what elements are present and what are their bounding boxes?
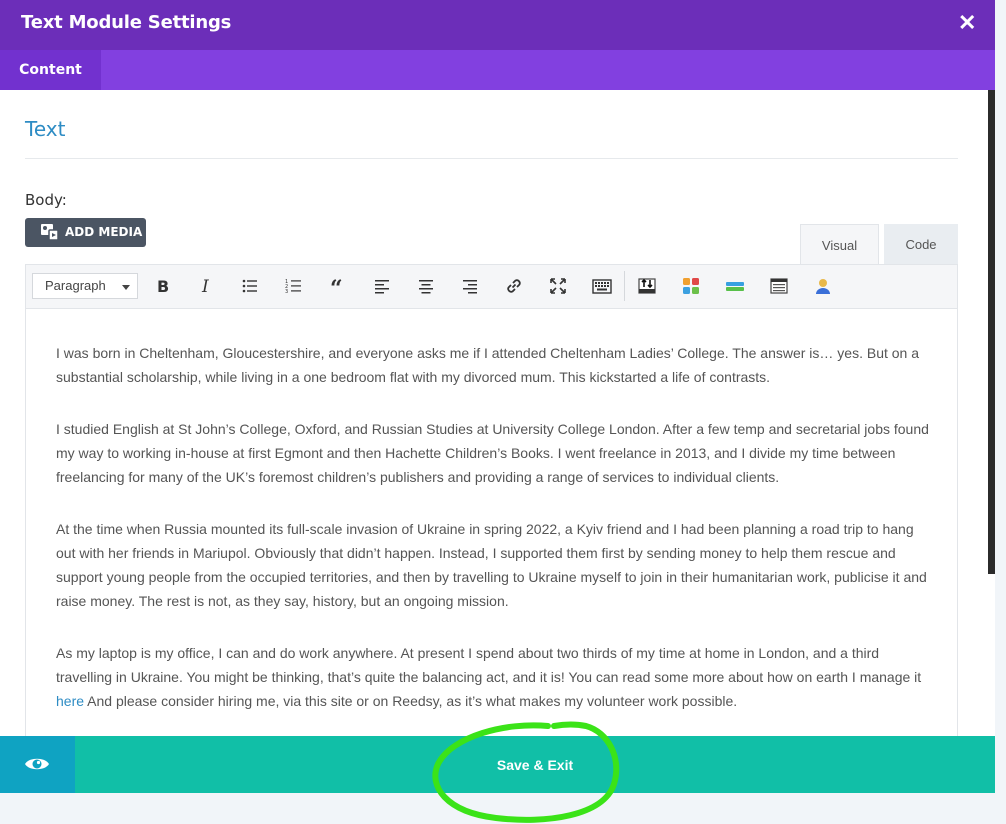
bold-icon[interactable]: B xyxy=(150,274,174,298)
modal-footer: Save & Exit xyxy=(0,736,995,793)
editor-content[interactable]: I was born in Cheltenham, Gloucestershir… xyxy=(56,341,936,741)
italic-icon[interactable]: I xyxy=(194,274,218,298)
fullscreen-icon[interactable] xyxy=(546,274,570,298)
settings-tabbar: Content xyxy=(0,50,995,90)
blockquote-icon[interactable]: “ xyxy=(326,274,350,298)
text-editor: Paragraph B I 123 “ I was born in Chelte… xyxy=(25,264,958,744)
align-center-icon[interactable] xyxy=(414,274,438,298)
link-icon[interactable] xyxy=(502,274,526,298)
eye-icon xyxy=(25,758,49,770)
modal-scrollbar[interactable] xyxy=(988,90,995,574)
chevron-down-icon xyxy=(122,285,130,290)
add-media-icon xyxy=(41,224,59,241)
svg-text:3: 3 xyxy=(285,289,288,295)
color-grid-icon[interactable] xyxy=(679,274,703,298)
insert-toggle-icon[interactable] xyxy=(635,274,659,298)
text-module-settings-modal: Text Module Settings ✕ Content Text Body… xyxy=(0,0,995,793)
modal-header: Text Module Settings ✕ xyxy=(0,0,995,50)
svg-text:I: I xyxy=(201,277,209,297)
paragraph: I was born in Cheltenham, Gloucestershir… xyxy=(56,345,920,385)
svg-text:B: B xyxy=(157,277,169,296)
tab-content[interactable]: Content xyxy=(0,50,101,90)
paragraph: As my laptop is my office, I can and do … xyxy=(56,641,936,713)
bullet-list-icon[interactable] xyxy=(238,274,262,298)
align-right-icon[interactable] xyxy=(458,274,482,298)
svg-text:“: “ xyxy=(330,276,343,298)
keyboard-icon[interactable] xyxy=(590,274,614,298)
format-select[interactable]: Paragraph xyxy=(32,273,138,299)
tab-visual[interactable]: Visual xyxy=(800,224,879,265)
paragraph: I studied English at St John’s College, … xyxy=(56,421,929,485)
modal-title: Text Module Settings xyxy=(21,12,232,33)
paragraph-text: And please consider hiring me, via this … xyxy=(84,693,738,709)
paragraph-text: As my laptop is my office, I can and do … xyxy=(56,645,922,685)
person-icon[interactable] xyxy=(811,274,835,298)
table-icon[interactable] xyxy=(767,274,791,298)
section-title[interactable]: Text xyxy=(25,117,65,141)
format-select-value: Paragraph xyxy=(45,278,106,293)
add-media-button[interactable]: ADD MEDIA xyxy=(25,218,146,247)
toolbar-separator xyxy=(624,271,625,301)
close-icon[interactable]: ✕ xyxy=(958,12,976,34)
align-left-icon[interactable] xyxy=(370,274,394,298)
numbered-list-icon[interactable]: 123 xyxy=(282,274,306,298)
save-exit-button[interactable]: Save & Exit xyxy=(75,736,995,793)
editor-toolbar: Paragraph B I 123 “ xyxy=(26,265,957,309)
divider-icon[interactable] xyxy=(723,274,747,298)
paragraph: At the time when Russia mounted its full… xyxy=(56,521,927,609)
preview-button[interactable] xyxy=(0,736,75,793)
here-link[interactable]: here xyxy=(56,693,84,709)
tab-code[interactable]: Code xyxy=(884,224,958,265)
add-media-label: ADD MEDIA xyxy=(65,225,143,239)
body-field-label: Body: xyxy=(25,191,67,209)
section-divider xyxy=(25,158,958,159)
